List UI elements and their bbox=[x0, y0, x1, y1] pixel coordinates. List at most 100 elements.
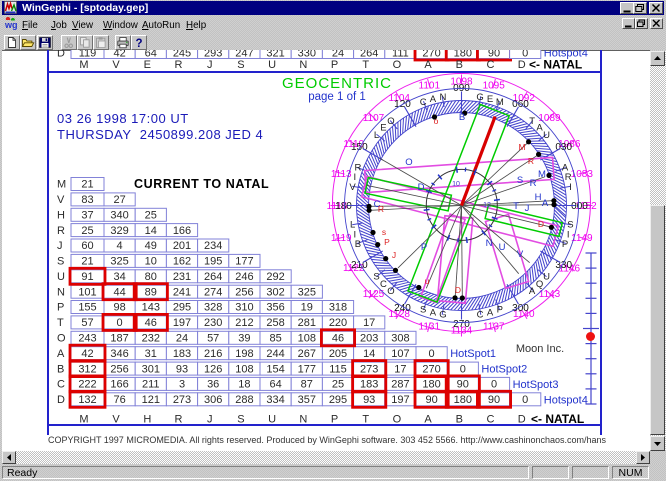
svg-text:308: 308 bbox=[391, 333, 409, 345]
svg-text:U: U bbox=[543, 271, 550, 282]
svg-text:G: G bbox=[476, 92, 483, 103]
svg-text:C: C bbox=[380, 279, 387, 290]
svg-text:P: P bbox=[497, 304, 503, 315]
svg-text:S: S bbox=[517, 175, 523, 186]
svg-text:3: 3 bbox=[179, 379, 185, 391]
svg-text:177: 177 bbox=[235, 256, 253, 268]
svg-text:183: 183 bbox=[173, 348, 191, 360]
svg-text:36: 36 bbox=[207, 379, 219, 391]
svg-text:<- NATAL: <- NATAL bbox=[531, 412, 584, 426]
svg-text:177: 177 bbox=[298, 363, 316, 375]
svg-text:000: 000 bbox=[571, 201, 588, 212]
svg-text:page 1 of 1: page 1 of 1 bbox=[308, 91, 366, 103]
svg-text:325: 325 bbox=[298, 286, 316, 298]
svg-text:201: 201 bbox=[173, 240, 191, 252]
svg-text:U: U bbox=[57, 271, 65, 283]
svg-text:90: 90 bbox=[425, 394, 437, 406]
svg-text:108: 108 bbox=[235, 363, 253, 375]
svg-text:180: 180 bbox=[454, 394, 472, 406]
svg-text:256: 256 bbox=[110, 363, 128, 375]
svg-text:J: J bbox=[207, 414, 213, 426]
svg-text:49: 49 bbox=[145, 240, 157, 252]
svg-text:17: 17 bbox=[363, 317, 375, 329]
svg-text:A: A bbox=[529, 286, 536, 297]
svg-text:126: 126 bbox=[204, 363, 222, 375]
svg-text:B: B bbox=[57, 363, 64, 375]
svg-text:205: 205 bbox=[329, 348, 347, 360]
svg-text:A: A bbox=[430, 308, 437, 319]
svg-text:V: V bbox=[349, 182, 356, 193]
svg-text:030: 030 bbox=[555, 142, 572, 153]
svg-text:216: 216 bbox=[204, 348, 222, 360]
svg-text:212: 212 bbox=[235, 317, 253, 329]
svg-text:98: 98 bbox=[113, 302, 125, 314]
svg-text:P: P bbox=[384, 237, 390, 247]
svg-text:83: 83 bbox=[81, 194, 93, 206]
svg-text:273: 273 bbox=[360, 363, 378, 375]
svg-text:R: R bbox=[57, 225, 65, 237]
svg-text:90: 90 bbox=[457, 379, 469, 391]
svg-text:295: 295 bbox=[329, 394, 347, 406]
svg-text:295: 295 bbox=[173, 302, 191, 314]
svg-text:M: M bbox=[57, 179, 66, 191]
svg-text:?: ? bbox=[135, 38, 142, 49]
svg-text:281: 281 bbox=[298, 317, 316, 329]
svg-text:E: E bbox=[144, 59, 151, 71]
svg-text:T: T bbox=[513, 201, 519, 212]
svg-text:143: 143 bbox=[142, 302, 160, 314]
svg-text:231: 231 bbox=[173, 271, 191, 283]
svg-text:P: P bbox=[421, 242, 427, 253]
svg-text:44: 44 bbox=[113, 286, 125, 298]
svg-text:D: D bbox=[418, 182, 425, 193]
svg-text:G: G bbox=[439, 310, 446, 321]
svg-text:P: P bbox=[562, 239, 568, 250]
svg-text:17: 17 bbox=[394, 363, 406, 375]
svg-text:HotSpot3: HotSpot3 bbox=[513, 379, 559, 391]
svg-text:329: 329 bbox=[110, 225, 128, 237]
svg-text:91: 91 bbox=[81, 271, 93, 283]
svg-text:GEOCENTRIC: GEOCENTRIC bbox=[282, 75, 392, 92]
svg-text:O: O bbox=[405, 157, 412, 168]
svg-text:D: D bbox=[518, 414, 526, 426]
svg-text:S: S bbox=[373, 271, 379, 282]
svg-text:80: 80 bbox=[145, 271, 157, 283]
svg-text:57: 57 bbox=[207, 333, 219, 345]
svg-text:1119: 1119 bbox=[331, 233, 352, 244]
svg-text:S: S bbox=[237, 59, 244, 71]
svg-text:V: V bbox=[112, 414, 120, 426]
svg-text:14: 14 bbox=[145, 225, 157, 237]
svg-text:R: R bbox=[175, 59, 183, 71]
svg-text:195: 195 bbox=[204, 256, 222, 268]
svg-text:M: M bbox=[79, 59, 88, 71]
svg-text:A: A bbox=[424, 59, 432, 71]
svg-text:U: U bbox=[268, 414, 276, 426]
svg-text:132: 132 bbox=[78, 394, 96, 406]
svg-text:4: 4 bbox=[117, 240, 123, 252]
svg-text:D: D bbox=[538, 219, 544, 229]
svg-text:121: 121 bbox=[142, 394, 160, 406]
svg-text:N: N bbox=[57, 286, 65, 298]
svg-text:25: 25 bbox=[81, 225, 93, 237]
svg-text:357: 357 bbox=[298, 394, 316, 406]
svg-text:I: I bbox=[569, 182, 572, 193]
svg-text:115: 115 bbox=[329, 363, 347, 375]
svg-text:27: 27 bbox=[113, 194, 125, 206]
svg-text:42: 42 bbox=[81, 348, 93, 360]
svg-text:V: V bbox=[57, 194, 65, 206]
svg-text:D: D bbox=[518, 59, 526, 71]
svg-text:14: 14 bbox=[363, 348, 375, 360]
svg-text:1095: 1095 bbox=[483, 81, 506, 92]
svg-text:197: 197 bbox=[173, 317, 191, 329]
svg-text:166: 166 bbox=[110, 379, 128, 391]
svg-text:10: 10 bbox=[452, 181, 460, 188]
svg-text:0: 0 bbox=[117, 317, 123, 329]
svg-text:D: D bbox=[57, 394, 65, 406]
svg-text:U: U bbox=[543, 130, 550, 141]
svg-text:B: B bbox=[355, 239, 361, 250]
svg-text:240: 240 bbox=[394, 303, 411, 314]
svg-text:85: 85 bbox=[269, 333, 281, 345]
svg-text:220: 220 bbox=[329, 317, 347, 329]
svg-text:21: 21 bbox=[81, 179, 93, 191]
svg-text:24: 24 bbox=[176, 333, 188, 345]
svg-text:A: A bbox=[424, 414, 432, 426]
